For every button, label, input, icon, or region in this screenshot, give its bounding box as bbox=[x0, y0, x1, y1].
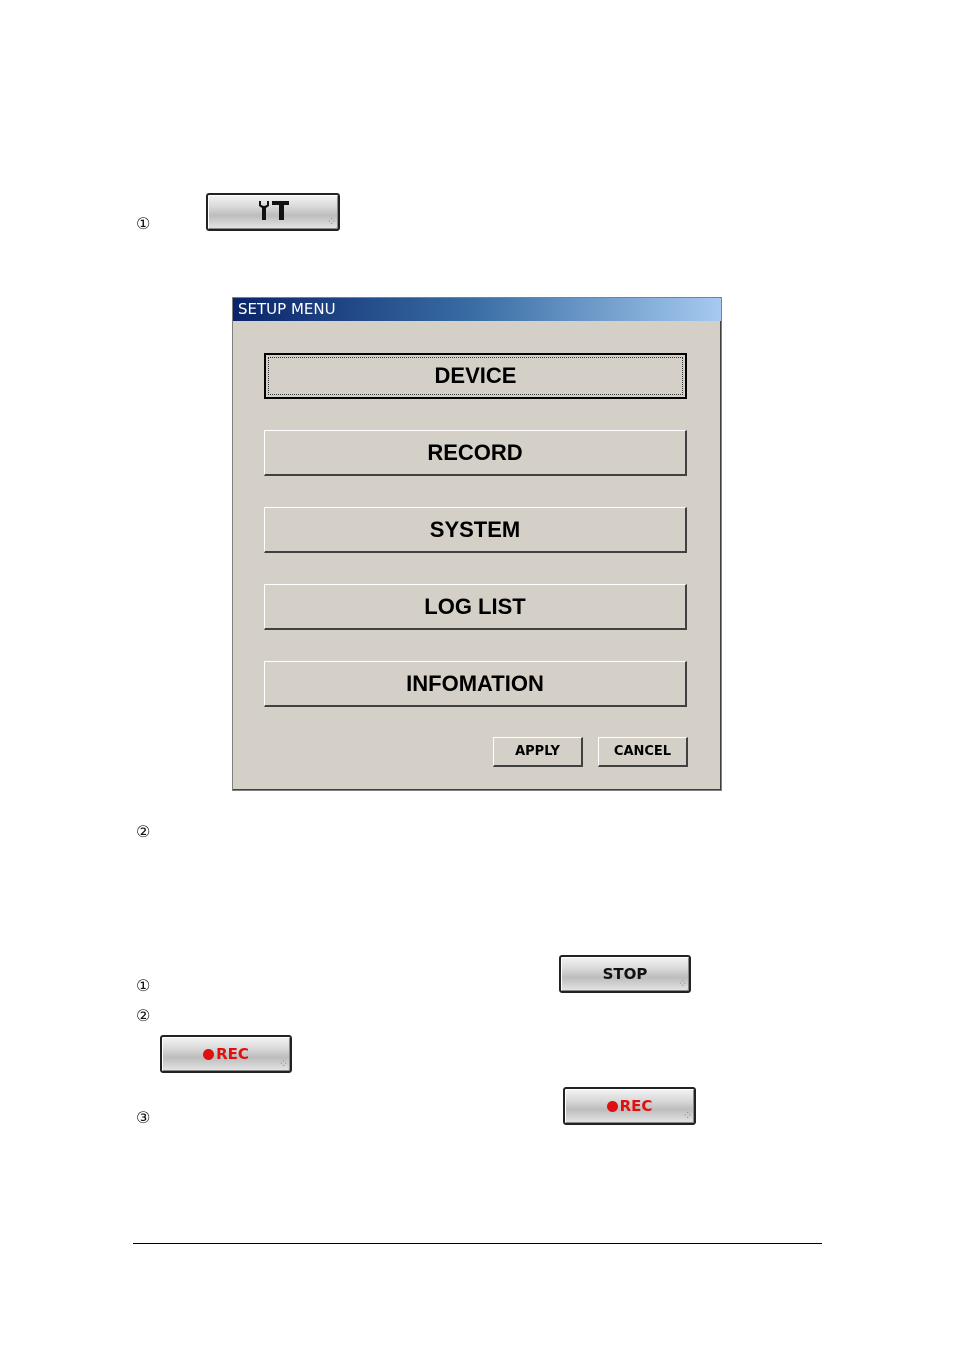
device-button[interactable]: DEVICE bbox=[264, 353, 687, 399]
step-marker-3b: ③ bbox=[136, 1108, 151, 1127]
step-marker-1b: ① bbox=[136, 976, 151, 995]
grip-icon: ⁘ bbox=[679, 979, 686, 988]
step-marker-2b: ② bbox=[136, 1006, 151, 1025]
step-marker-2: ② bbox=[136, 822, 151, 841]
log-list-button[interactable]: LOG LIST bbox=[264, 584, 687, 630]
stop-label: STOP bbox=[602, 965, 648, 983]
grip-icon: ⁘ bbox=[684, 1111, 691, 1120]
setup-button[interactable]: ⁘ bbox=[206, 193, 340, 231]
footer-divider bbox=[133, 1243, 822, 1244]
grip-icon: ⁘ bbox=[328, 217, 335, 226]
rec-button[interactable]: REC ⁘ bbox=[160, 1035, 292, 1073]
record-button[interactable]: RECORD bbox=[264, 430, 687, 476]
dialog-title: SETUP MENU bbox=[233, 298, 721, 321]
log-list-label: LOG LIST bbox=[424, 593, 526, 619]
rec-button-2[interactable]: REC ⁘ bbox=[563, 1087, 696, 1125]
information-label: INFOMATION bbox=[406, 670, 544, 696]
grip-icon: ⁘ bbox=[280, 1059, 287, 1068]
record-dot-icon bbox=[203, 1048, 215, 1060]
information-button[interactable]: INFOMATION bbox=[264, 661, 687, 707]
apply-button[interactable]: APPLY bbox=[493, 737, 583, 767]
system-label: SYSTEM bbox=[429, 516, 521, 542]
rec-label-2: REC bbox=[619, 1097, 653, 1115]
record-dot-icon bbox=[606, 1100, 618, 1112]
cancel-button[interactable]: CANCEL bbox=[598, 737, 688, 767]
rec-label: REC bbox=[216, 1045, 249, 1063]
record-label: RECORD bbox=[427, 439, 523, 465]
system-button[interactable]: SYSTEM bbox=[264, 507, 687, 553]
setup-menu-dialog: SETUP MENU DEVICE RECORD SYSTEM LOG LIST… bbox=[232, 297, 722, 791]
step-marker-1: ① bbox=[136, 214, 151, 233]
tools-icon bbox=[253, 199, 293, 225]
stop-button[interactable]: STOP ⁘ bbox=[559, 955, 691, 993]
